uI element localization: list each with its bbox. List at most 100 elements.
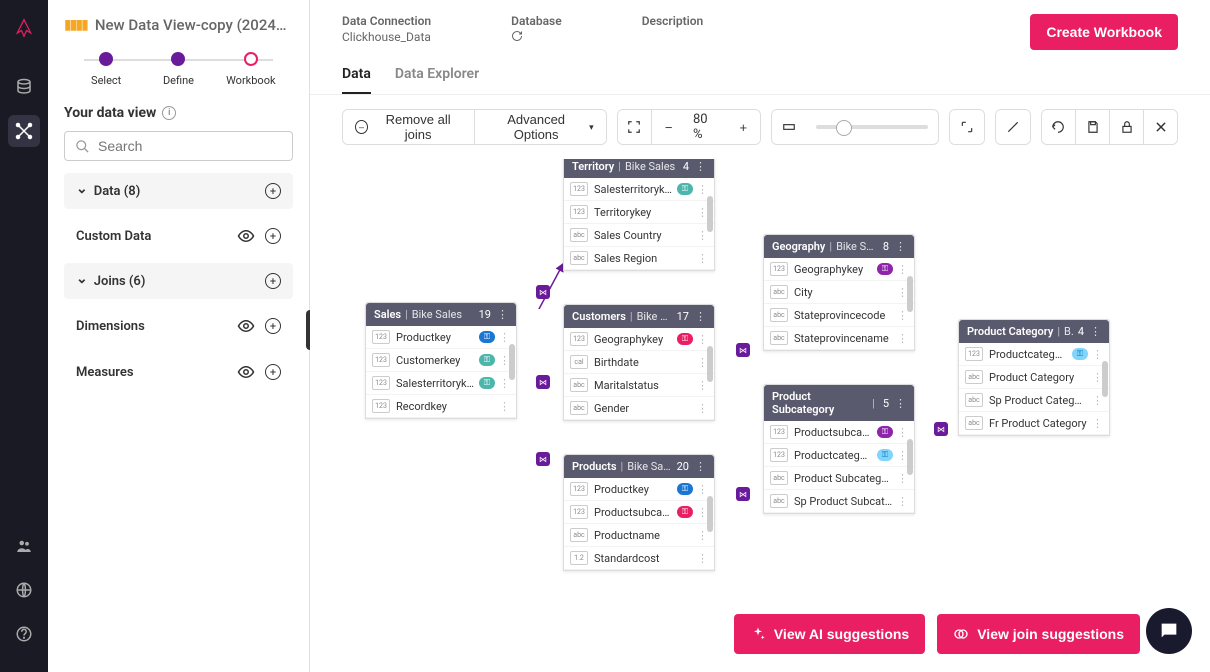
step-workbook[interactable]: Workbook <box>215 52 287 87</box>
eye-icon[interactable] <box>237 227 255 245</box>
row-menu-icon[interactable]: ⋮ <box>897 472 908 485</box>
join-node[interactable]: ⋈ <box>736 487 750 501</box>
column-row[interactable]: 123Productkey⚿⋮ <box>366 326 516 349</box>
table-card-subcat[interactable]: Product Subcategory|Bik...5⋮123Productsu… <box>763 384 915 514</box>
tab-data-explorer[interactable]: Data Explorer <box>395 66 479 94</box>
card-scrollbar[interactable] <box>707 346 713 382</box>
row-menu-icon[interactable]: ⋮ <box>1092 348 1103 361</box>
column-row[interactable]: abcFr Product Category⋮ <box>959 412 1109 435</box>
table-card-geography[interactable]: Geography|Bike Sales8⋮123Geographykey⚿⋮ a… <box>763 234 915 351</box>
dimensions-row[interactable]: Dimensions + <box>64 307 293 345</box>
save-icon[interactable] <box>1075 110 1109 144</box>
card-scrollbar[interactable] <box>1102 361 1108 397</box>
card-scrollbar[interactable] <box>509 344 515 380</box>
row-menu-icon[interactable]: ⋮ <box>697 333 708 346</box>
create-workbook-button[interactable]: Create Workbook <box>1030 14 1178 50</box>
join-node[interactable]: ⋈ <box>736 343 750 357</box>
row-menu-icon[interactable]: ⋮ <box>499 377 510 390</box>
search-input[interactable] <box>98 138 282 154</box>
row-menu-icon[interactable]: ⋮ <box>897 309 908 322</box>
column-row[interactable]: 123Productsubcat...⚿⋮ <box>564 501 714 524</box>
column-row[interactable]: abcStateprovincecode⋮ <box>764 304 914 327</box>
row-menu-icon[interactable]: ⋮ <box>897 495 908 508</box>
column-row[interactable]: 123Geographykey⚿⋮ <box>564 328 714 351</box>
table-menu-icon[interactable]: ⋮ <box>497 308 508 321</box>
row-menu-icon[interactable]: ⋮ <box>697 252 708 265</box>
line-icon[interactable] <box>996 110 1030 144</box>
undo-icon[interactable] <box>1042 110 1076 144</box>
join-node[interactable]: ⋈ <box>934 422 948 436</box>
column-row[interactable]: abcProduct Category⋮ <box>959 366 1109 389</box>
card-scrollbar[interactable] <box>707 496 713 532</box>
add-measure-icon[interactable]: + <box>265 364 281 380</box>
joins-section[interactable]: Joins (6) + <box>64 263 293 299</box>
column-row[interactable]: 123Productsubcat...⚿⋮ <box>764 421 914 444</box>
table-header[interactable]: Customers|Bike Sales17⋮ <box>564 305 714 328</box>
add-join-icon[interactable]: + <box>265 273 281 289</box>
table-menu-icon[interactable]: ⋮ <box>1090 325 1101 338</box>
row-menu-icon[interactable]: ⋮ <box>499 400 510 413</box>
tab-data[interactable]: Data <box>342 66 371 94</box>
step-select[interactable]: Select <box>70 52 142 87</box>
lock-icon[interactable] <box>1109 110 1143 144</box>
row-menu-icon[interactable]: ⋮ <box>897 426 908 439</box>
table-card-category[interactable]: Product Category|Bike S...4⋮123Productca… <box>958 319 1110 436</box>
column-row[interactable]: 123Geographykey⚿⋮ <box>764 258 914 281</box>
column-row[interactable]: abcSp Product Subcateg...⋮ <box>764 490 914 513</box>
table-menu-icon[interactable]: ⋮ <box>895 240 906 253</box>
card-scrollbar[interactable] <box>907 276 913 312</box>
table-menu-icon[interactable]: ⋮ <box>895 397 906 410</box>
column-row[interactable]: 123Customerkey⚿⋮ <box>366 349 516 372</box>
row-menu-icon[interactable]: ⋮ <box>697 402 708 415</box>
column-row[interactable]: abcSales Country⋮ <box>564 224 714 247</box>
column-row[interactable]: 123Recordkey⋮ <box>366 395 516 418</box>
ai-suggestions-button[interactable]: View AI suggestions <box>734 614 925 654</box>
row-menu-icon[interactable]: ⋮ <box>897 332 908 345</box>
column-row[interactable]: abcMaritalstatus⋮ <box>564 374 714 397</box>
column-row[interactable]: abcProduct Subcategory⋮ <box>764 467 914 490</box>
table-card-territory[interactable]: Territory|Bike Sales4⋮123Salesterritoryk… <box>563 159 715 271</box>
row-menu-icon[interactable]: ⋮ <box>897 263 908 276</box>
eye-icon[interactable] <box>237 363 255 381</box>
refresh-icon[interactable] <box>511 30 523 42</box>
remove-all-joins-button[interactable]: –Remove all joins <box>343 110 474 144</box>
column-row[interactable]: 1.2Standardcost⋮ <box>564 547 714 570</box>
column-row[interactable]: 123Salesterritoryk...⚿⋮ <box>366 372 516 395</box>
table-header[interactable]: Sales|Bike Sales19⋮ <box>366 303 516 326</box>
table-menu-icon[interactable]: ⋮ <box>695 310 706 323</box>
table-header[interactable]: Geography|Bike Sales8⋮ <box>764 235 914 258</box>
model-icon[interactable] <box>8 115 40 147</box>
column-row[interactable]: 123Productcategoryk...⚿⋮ <box>959 343 1109 366</box>
advanced-options-button[interactable]: Advanced Options▾ <box>474 110 606 144</box>
card-scrollbar[interactable] <box>907 439 913 475</box>
fit-icon[interactable] <box>618 110 652 144</box>
table-header[interactable]: Products|Bike Sales20⋮ <box>564 455 714 478</box>
measures-row[interactable]: Measures + <box>64 353 293 391</box>
column-row[interactable]: 123Territorykey⋮ <box>564 201 714 224</box>
column-row[interactable]: 123Productcatego...⚿⋮ <box>764 444 914 467</box>
row-menu-icon[interactable]: ⋮ <box>1092 394 1103 407</box>
info-icon[interactable]: i <box>162 106 176 120</box>
join-node[interactable]: ⋈ <box>536 375 550 389</box>
table-card-sales[interactable]: Sales|Bike Sales19⋮123Productkey⚿⋮123Cus… <box>365 302 517 419</box>
row-menu-icon[interactable]: ⋮ <box>697 552 708 565</box>
zoom-in-button[interactable]: + <box>727 110 761 144</box>
help-icon[interactable] <box>8 618 40 650</box>
add-custom-icon[interactable]: + <box>265 228 281 244</box>
close-icon[interactable] <box>1143 110 1177 144</box>
column-row[interactable]: 123Salesterritorykey⚿⋮ <box>564 178 714 201</box>
add-dim-icon[interactable]: + <box>265 318 281 334</box>
globe-icon[interactable] <box>8 574 40 606</box>
join-node[interactable]: ⋈ <box>536 285 550 299</box>
column-row[interactable]: abcStateprovincename⋮ <box>764 327 914 350</box>
step-define[interactable]: Define <box>142 52 214 87</box>
row-menu-icon[interactable]: ⋮ <box>697 229 708 242</box>
row-menu-icon[interactable]: ⋮ <box>697 529 708 542</box>
users-icon[interactable] <box>8 530 40 562</box>
fullscreen-icon[interactable] <box>950 110 984 144</box>
canvas[interactable]: ⋈ ⋈ ⋈ ⋈ ⋈ ⋈ Sales|Bike Sales19⋮123Produc… <box>310 159 1210 672</box>
table-menu-icon[interactable]: ⋮ <box>695 460 706 473</box>
join-suggestions-button[interactable]: View join suggestions <box>937 614 1140 654</box>
chat-fab[interactable] <box>1146 608 1192 654</box>
table-menu-icon[interactable]: ⋮ <box>695 160 706 173</box>
